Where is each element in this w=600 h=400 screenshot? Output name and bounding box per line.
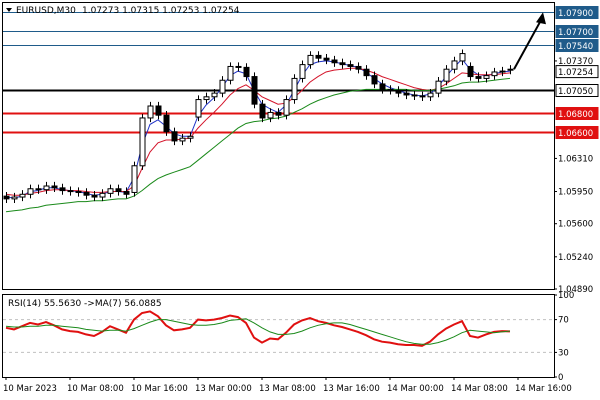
candle-body [451, 60, 458, 70]
ohlc-values: 1.07273 1.07315 1.07253 1.07254 [82, 6, 240, 16]
candle-body [443, 68, 450, 82]
rsi-tick-label-0: 0 [558, 373, 563, 383]
candle-body [67, 190, 74, 193]
candle-body [483, 75, 490, 79]
candle-body [347, 64, 354, 67]
candle-body [379, 83, 386, 90]
price-tick-label-1.05240: 1.05240 [558, 253, 593, 263]
candle-body [243, 66, 250, 78]
candle-body [427, 92, 434, 98]
time-tick-label: 10 Mar 16:00 [131, 384, 188, 394]
candle-body [219, 79, 226, 94]
candle-body [307, 54, 314, 66]
candle-body [59, 187, 66, 192]
candle-body [323, 57, 330, 61]
candle-body [331, 59, 338, 64]
level-label-1.06800: 1.06800 [558, 110, 593, 120]
rsi-tick-label-30: 30 [558, 348, 569, 358]
candle-body [91, 194, 98, 198]
candle-body [139, 117, 146, 167]
candle-body [419, 95, 426, 98]
candle-body [131, 165, 138, 193]
candle-body [75, 191, 82, 194]
chart-canvas: 1.073701.063101.059501.056001.052401.048… [2, 2, 599, 394]
candle-body [115, 188, 122, 193]
candle-body [459, 53, 466, 62]
candle-body [387, 88, 394, 91]
rsi-tick-label-70: 70 [558, 316, 569, 326]
candle-body [123, 191, 130, 195]
candle-body [355, 65, 362, 70]
candle-body [99, 192, 106, 198]
candle-body [203, 96, 210, 101]
time-tick-label: 13 Mar 00:00 [195, 384, 252, 394]
time-tick-label: 10 Mar 2023 [3, 384, 57, 394]
candle-body [467, 65, 474, 78]
candle-body [19, 193, 26, 198]
time-tick-label: 14 Mar 00:00 [387, 384, 444, 394]
candle-body [411, 94, 418, 97]
candle-body [315, 54, 322, 59]
level-label-1.07700: 1.07700 [558, 28, 593, 38]
candle-body [499, 70, 506, 73]
symbol-label: EURUSD,M30 [16, 6, 76, 16]
rsi-tick-label-100: 100 [558, 291, 574, 301]
candle-body [371, 75, 378, 85]
candle-body [475, 76, 482, 79]
candle-body [171, 131, 178, 142]
candle-body [259, 103, 266, 119]
candle-body [107, 188, 114, 194]
level-label-1.07050: 1.07050 [558, 87, 593, 97]
time-tick-label: 13 Mar 08:00 [259, 384, 316, 394]
time-axis: 10 Mar 2023 10 Mar 08:00 10 Mar 16:00 13 Ma… [3, 377, 572, 394]
candle-body [395, 89, 402, 94]
rsi-header: RSI(14) 55.5630 ->MA(7) 56.0885 [8, 299, 162, 309]
chart-header: EURUSD,M30 1.07273 1.07315 1.07253 1.072… [6, 6, 240, 16]
time-tick-label: 14 Mar 08:00 [451, 384, 508, 394]
candle-body [267, 111, 274, 119]
candle-body [403, 92, 410, 96]
candle-body [187, 135, 194, 139]
level-label-1.06600: 1.06600 [558, 129, 593, 139]
time-tick-label: 13 Mar 16:00 [323, 384, 380, 394]
candle-body [83, 191, 90, 196]
level-label-1.07900: 1.07900 [558, 9, 593, 19]
candle-body [195, 99, 202, 118]
candle-body [211, 92, 218, 98]
price-tick-label-1.06310: 1.06310 [558, 154, 593, 164]
candle-body [11, 196, 18, 200]
candle-body [147, 105, 154, 119]
candle-body [235, 65, 242, 68]
candle-body [339, 62, 346, 66]
candle-body [155, 105, 162, 116]
candle-body [3, 195, 10, 200]
candle-body [491, 71, 498, 77]
candle-body [363, 68, 370, 77]
time-tick-label: 10 Mar 08:00 [67, 384, 124, 394]
candle-body [275, 111, 282, 116]
candle-body [51, 185, 58, 189]
candle-body [43, 185, 50, 191]
candle-body [251, 76, 258, 105]
price-tick-label-1.05600: 1.05600 [558, 220, 593, 230]
candle-body [283, 99, 290, 116]
rsi-axis: 100 70 30 0 [554, 291, 574, 383]
current-price-label: 1.07254 [558, 68, 593, 78]
candle-body [179, 137, 186, 142]
candle-body [163, 114, 170, 133]
candle-body [299, 64, 306, 79]
candle-body [435, 80, 442, 94]
level-label-1.07540: 1.07540 [558, 42, 593, 52]
price-tick-label-1.05950: 1.05950 [558, 188, 593, 198]
candle-body [35, 188, 42, 191]
candle-body [227, 65, 234, 81]
candle-body [507, 68, 514, 71]
candle-body [27, 188, 34, 195]
time-tick-label: 14 Mar 16:00 [515, 384, 572, 394]
candle-body [291, 77, 298, 101]
